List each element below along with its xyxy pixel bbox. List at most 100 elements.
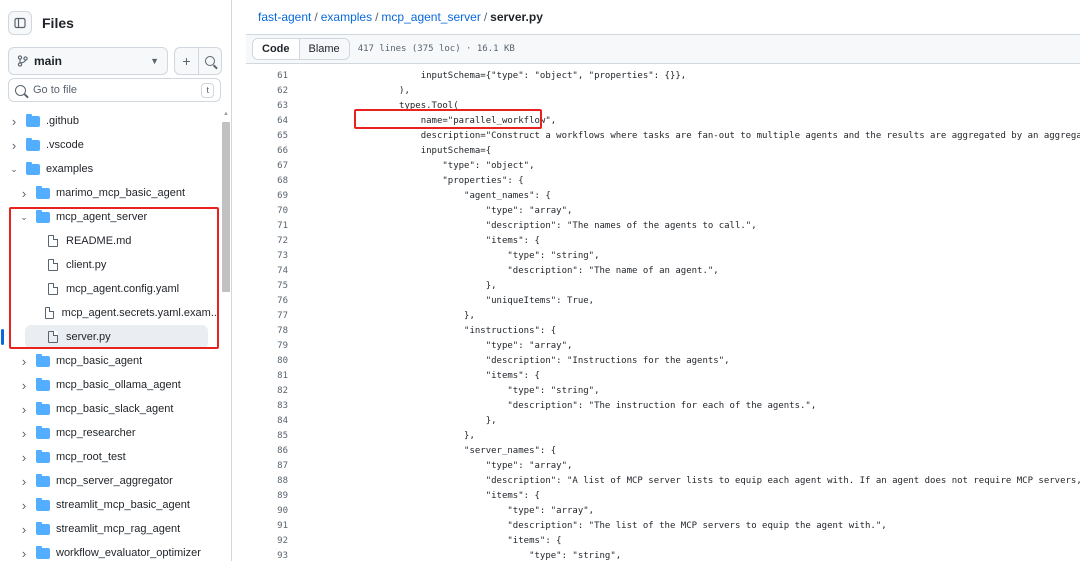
line-number[interactable]: 90 xyxy=(246,506,288,516)
tab-blame[interactable]: Blame xyxy=(299,39,349,59)
tree-item-label: mcp_researcher xyxy=(56,427,136,439)
chevron-right-icon[interactable]: › xyxy=(18,426,30,441)
file-icon xyxy=(48,235,58,247)
code-text: "description": "The instruction for each… xyxy=(334,400,817,411)
code-line: 90 "type": "array", xyxy=(246,503,1080,518)
breadcrumb-folder-link[interactable]: mcp_agent_server xyxy=(381,10,480,24)
code-line: 68 "properties": { xyxy=(246,173,1080,188)
tree-item-label: mcp_basic_slack_agent xyxy=(56,403,174,415)
chevron-right-icon[interactable]: › xyxy=(8,114,20,129)
line-number[interactable]: 62 xyxy=(246,86,288,96)
chevron-right-icon[interactable]: › xyxy=(18,402,30,417)
breadcrumb-repo-link[interactable]: fast-agent xyxy=(258,10,311,24)
tree-scrollbar-thumb[interactable] xyxy=(222,122,230,292)
line-number[interactable]: 79 xyxy=(246,341,288,351)
tree-folder[interactable]: ⌄ mcp_agent_server xyxy=(0,205,220,229)
line-number[interactable]: 89 xyxy=(246,491,288,501)
code-text: "properties": { xyxy=(334,175,524,186)
line-number[interactable]: 63 xyxy=(246,101,288,111)
go-to-file-input[interactable]: Go to file t xyxy=(8,78,221,102)
folder-icon xyxy=(36,401,50,415)
chevron-right-icon[interactable]: › xyxy=(18,450,30,465)
tree-folder[interactable]: › workflow_evaluator_optimizer xyxy=(0,541,220,561)
code-text: "description": "The list of the MCP serv… xyxy=(334,520,887,531)
line-number[interactable]: 85 xyxy=(246,431,288,441)
line-number[interactable]: 88 xyxy=(246,476,288,486)
line-number[interactable]: 65 xyxy=(246,131,288,141)
line-number[interactable]: 68 xyxy=(246,176,288,186)
tree-folder[interactable]: › mcp_basic_slack_agent xyxy=(0,397,220,421)
chevron-right-icon[interactable]: › xyxy=(18,522,30,537)
tree-folder[interactable]: › mcp_root_test xyxy=(0,445,220,469)
tree-file[interactable]: README.md xyxy=(0,229,220,253)
chevron-right-icon[interactable]: › xyxy=(18,186,30,201)
line-number[interactable]: 80 xyxy=(246,356,288,366)
line-number[interactable]: 93 xyxy=(246,551,288,561)
chevron-right-icon[interactable]: › xyxy=(18,354,30,369)
tree-file[interactable]: server.py xyxy=(1,325,208,349)
tree-file[interactable]: mcp_agent.config.yaml xyxy=(0,277,220,301)
chevron-down-icon[interactable]: ⌄ xyxy=(8,164,20,175)
chevron-down-icon: ▼ xyxy=(150,56,159,66)
tree-folder[interactable]: › marimo_mcp_basic_agent xyxy=(0,181,220,205)
line-number[interactable]: 71 xyxy=(246,221,288,231)
tree-folder[interactable]: › mcp_researcher xyxy=(0,421,220,445)
tree-folder[interactable]: › mcp_server_aggregator xyxy=(0,469,220,493)
tab-code[interactable]: Code xyxy=(253,39,300,59)
tree-item-label: marimo_mcp_basic_agent xyxy=(56,187,186,199)
tree-file[interactable]: mcp_agent.secrets.yaml.exam... xyxy=(0,301,220,325)
line-number[interactable]: 64 xyxy=(246,116,288,126)
tree-folder[interactable]: › streamlit_mcp_basic_agent xyxy=(0,493,220,517)
search-files-button[interactable] xyxy=(198,48,221,74)
chevron-down-icon[interactable]: ⌄ xyxy=(18,212,30,223)
line-number[interactable]: 67 xyxy=(246,161,288,171)
line-number[interactable]: 61 xyxy=(246,71,288,81)
code-line: 88 "description": "A list of MCP server … xyxy=(246,473,1080,488)
branch-selector[interactable]: main ▼ xyxy=(8,47,168,75)
line-number[interactable]: 70 xyxy=(246,206,288,216)
chevron-right-icon[interactable]: › xyxy=(18,546,30,561)
folder-icon xyxy=(36,185,50,199)
line-number[interactable]: 66 xyxy=(246,146,288,156)
tree-file[interactable]: client.py xyxy=(0,253,220,277)
tree-folder[interactable]: › .github xyxy=(0,109,220,133)
tree-folder[interactable]: › mcp_basic_ollama_agent xyxy=(0,373,220,397)
line-number[interactable]: 91 xyxy=(246,521,288,531)
line-number[interactable]: 76 xyxy=(246,296,288,306)
search-icon xyxy=(205,56,215,66)
folder-open-icon xyxy=(26,161,40,175)
line-number[interactable]: 84 xyxy=(246,416,288,426)
collapse-sidebar-button[interactable] xyxy=(8,11,32,35)
file-toolbar: Code Blame 417 lines (375 loc) · 16.1 KB xyxy=(246,34,1080,64)
folder-icon xyxy=(36,377,50,391)
line-number[interactable]: 73 xyxy=(246,251,288,261)
branch-name: main xyxy=(34,54,63,68)
breadcrumb-examples-link[interactable]: examples xyxy=(321,10,372,24)
chevron-right-icon[interactable]: › xyxy=(18,378,30,393)
chevron-right-icon[interactable]: › xyxy=(18,474,30,489)
code-text: "server_names": { xyxy=(334,445,557,456)
line-number[interactable]: 92 xyxy=(246,536,288,546)
line-number[interactable]: 75 xyxy=(246,281,288,291)
line-number[interactable]: 78 xyxy=(246,326,288,336)
tree-item-label: mcp_agent.config.yaml xyxy=(66,283,180,295)
line-number[interactable]: 81 xyxy=(246,371,288,381)
line-number[interactable]: 77 xyxy=(246,311,288,321)
tree-folder[interactable]: › .vscode xyxy=(0,133,220,157)
line-number[interactable]: 83 xyxy=(246,401,288,411)
line-number[interactable]: 86 xyxy=(246,446,288,456)
line-number[interactable]: 72 xyxy=(246,236,288,246)
line-number[interactable]: 87 xyxy=(246,461,288,471)
tree-folder[interactable]: › mcp_basic_agent xyxy=(0,349,220,373)
line-number[interactable]: 74 xyxy=(246,266,288,276)
tree-folder[interactable]: › streamlit_mcp_rag_agent xyxy=(0,517,220,541)
line-number[interactable]: 82 xyxy=(246,386,288,396)
scroll-up-arrow-icon[interactable]: ▲ xyxy=(223,111,229,117)
tree-folder[interactable]: ⌄ examples xyxy=(0,157,220,181)
search-icon xyxy=(15,84,26,96)
line-number[interactable]: 69 xyxy=(246,191,288,201)
chevron-right-icon[interactable]: › xyxy=(18,498,30,513)
add-file-button[interactable]: + xyxy=(175,48,198,74)
code-text: "items": { xyxy=(334,370,540,381)
chevron-right-icon[interactable]: › xyxy=(8,138,20,153)
